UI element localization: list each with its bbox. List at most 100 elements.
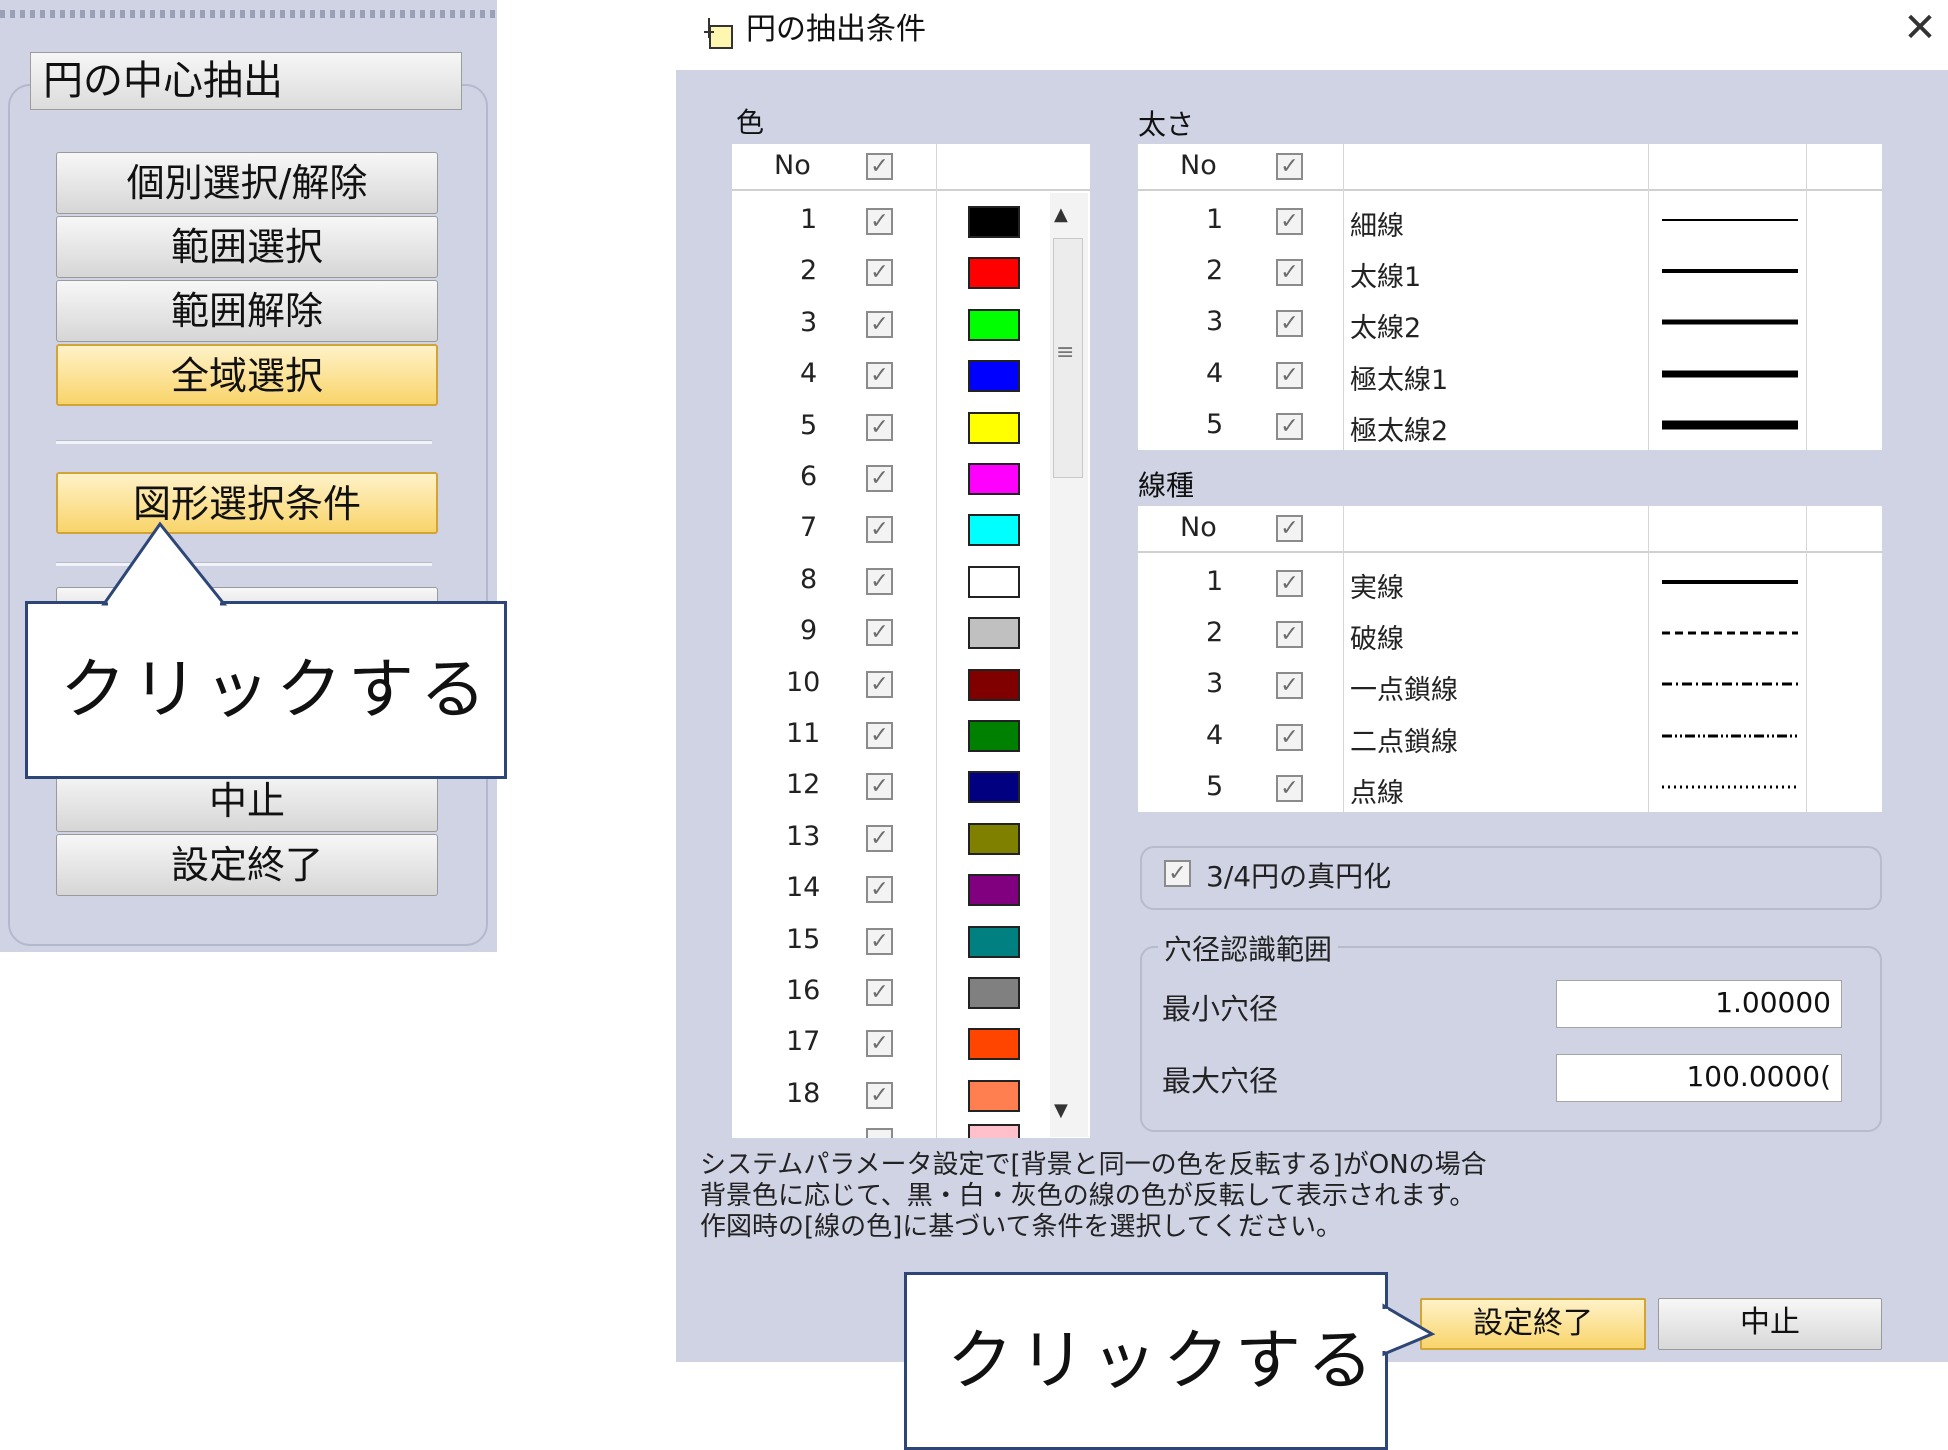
grid-column-line: [936, 144, 937, 1138]
callout-click: クリックする: [25, 601, 507, 779]
color-row-checkbox[interactable]: ✓: [866, 516, 893, 544]
linetype-row-name: 実線: [1350, 573, 1404, 604]
color-swatch: [968, 925, 1020, 958]
color-row-checkbox[interactable]: ✓: [866, 1030, 893, 1058]
individual-select-button[interactable]: 個別選択/解除: [56, 152, 438, 214]
thickness-line-sample: [1662, 219, 1798, 221]
grid-column-line: [1648, 144, 1649, 450]
color-swatch: [968, 565, 1020, 598]
thickness-line-sample: [1662, 420, 1798, 430]
color-row-checkbox[interactable]: ✓: [866, 259, 893, 287]
color-row-checkbox[interactable]: ✓: [866, 876, 893, 904]
thickness-row-checkbox[interactable]: ✓: [1276, 361, 1303, 389]
color-row-checkbox[interactable]: ✓: [866, 773, 893, 801]
color-row-checkbox[interactable]: ✓: [866, 1081, 893, 1109]
color-row-checkbox[interactable]: ✓: [866, 979, 893, 1006]
range-release-button[interactable]: 範囲解除: [56, 280, 438, 342]
color-row-no: 8: [800, 563, 818, 595]
color-row-no: 12: [786, 769, 821, 801]
scroll-up-icon[interactable]: ▲: [1054, 204, 1068, 225]
scroll-down-icon[interactable]: ▼: [1054, 1100, 1068, 1121]
dialog-window-icon: [700, 14, 734, 50]
grid-header-line: [1138, 551, 1882, 553]
thickness-row-no: 2: [1206, 255, 1224, 287]
linetype-row-checkbox[interactable]: ✓: [1276, 570, 1303, 597]
thickness-row-no: 5: [1206, 408, 1224, 440]
color-row-checkbox-partial[interactable]: [866, 1128, 893, 1138]
color-header-checkbox[interactable]: ✓: [866, 153, 893, 180]
linetype-row-no: 5: [1206, 770, 1224, 802]
color-row-checkbox[interactable]: ✓: [866, 413, 893, 441]
linetype-row-name: 破線: [1350, 624, 1404, 656]
note-line-2: 背景色に応じて、黒・白・灰色の線の色が反転して表示されます。: [700, 1181, 1476, 1211]
color-row-no: 4: [800, 358, 818, 390]
hole-range-frame: [1140, 946, 1882, 1132]
thickness-row-name: 太線2: [1350, 313, 1422, 345]
color-row-checkbox[interactable]: ✓: [866, 310, 893, 338]
round-option-checkbox[interactable]: ✓: [1164, 860, 1191, 887]
color-row-checkbox[interactable]: ✓: [866, 362, 893, 390]
finish-settings-button[interactable]: 設定終了: [1420, 1298, 1646, 1350]
cancel-button[interactable]: 中止: [56, 770, 438, 832]
linetype-row-no: 4: [1206, 719, 1224, 751]
thickness-row-checkbox[interactable]: ✓: [1276, 208, 1303, 235]
cancel-button[interactable]: 中止: [1658, 1298, 1882, 1350]
color-row-checkbox[interactable]: ✓: [866, 208, 893, 235]
callout-click: クリックする: [904, 1272, 1388, 1450]
color-row-checkbox[interactable]: ✓: [866, 927, 893, 955]
select-all-button[interactable]: 全域選択: [56, 344, 438, 406]
linetype-section-label: 線種: [1138, 469, 1195, 502]
round-option-label: 3/4円の真円化: [1206, 860, 1392, 893]
thickness-row-checkbox[interactable]: ✓: [1276, 412, 1303, 440]
color-row-no: 3: [800, 306, 818, 338]
color-swatch: [968, 720, 1020, 752]
linetype-row-checkbox[interactable]: ✓: [1276, 672, 1303, 700]
scroll-grip-icon: ≡: [1056, 340, 1075, 365]
linetype-line-sample: [1662, 580, 1798, 584]
linetype-line-sample: [1662, 631, 1798, 635]
color-row-checkbox[interactable]: ✓: [866, 619, 893, 647]
color-row-checkbox[interactable]: ✓: [866, 722, 893, 749]
linetype-header-no: No: [1180, 512, 1217, 543]
thickness-line-sample: [1662, 319, 1798, 325]
thickness-row-checkbox[interactable]: ✓: [1276, 259, 1303, 287]
thickness-row-name: 太線1: [1350, 262, 1422, 294]
color-swatch: [968, 257, 1020, 290]
color-swatch: [968, 360, 1020, 393]
color-row-checkbox[interactable]: ✓: [866, 670, 893, 698]
color-row-no: 13: [786, 820, 821, 852]
range-select-button[interactable]: 範囲選択: [56, 216, 438, 278]
color-row-no: 14: [786, 872, 821, 904]
thickness-header-no: No: [1180, 150, 1217, 181]
linetype-line-sample: [1662, 785, 1798, 789]
finish-settings-button[interactable]: 設定終了: [56, 834, 438, 896]
linetype-header-checkbox[interactable]: ✓: [1276, 515, 1303, 542]
panel-title: 円の中心抽出: [30, 52, 462, 110]
color-swatch: [968, 1028, 1020, 1061]
color-row-checkbox[interactable]: ✓: [866, 567, 893, 595]
color-swatch: [968, 617, 1020, 650]
color-row-checkbox[interactable]: ✓: [866, 824, 893, 852]
thickness-row-checkbox[interactable]: ✓: [1276, 310, 1303, 338]
color-row-no: 5: [800, 409, 818, 441]
thickness-row-name: 細線: [1350, 211, 1404, 242]
linetype-row-checkbox[interactable]: ✓: [1276, 723, 1303, 751]
thickness-header-checkbox[interactable]: ✓: [1276, 153, 1303, 180]
color-row-no: 10: [786, 666, 821, 698]
linetype-row-checkbox[interactable]: ✓: [1276, 621, 1303, 649]
callout-pointer: [101, 521, 228, 609]
max-diameter-label: 最大穴径: [1162, 1064, 1279, 1098]
color-row-no: 6: [800, 461, 818, 492]
max-diameter-input[interactable]: 100.0000(: [1556, 1054, 1842, 1102]
min-diameter-input[interactable]: 1.00000: [1556, 980, 1842, 1028]
color-swatch-partial: [968, 1124, 1020, 1138]
grid-column-line: [1806, 506, 1807, 812]
grid-column-line: [1343, 144, 1344, 450]
color-row-checkbox[interactable]: ✓: [866, 465, 893, 492]
color-swatch: [968, 206, 1020, 238]
color-swatch: [968, 977, 1020, 1009]
linetype-row-checkbox[interactable]: ✓: [1276, 774, 1303, 802]
color-swatch: [968, 874, 1020, 907]
close-icon[interactable]: ✕: [1898, 6, 1942, 50]
dialog-title: 円の抽出条件: [746, 12, 926, 47]
